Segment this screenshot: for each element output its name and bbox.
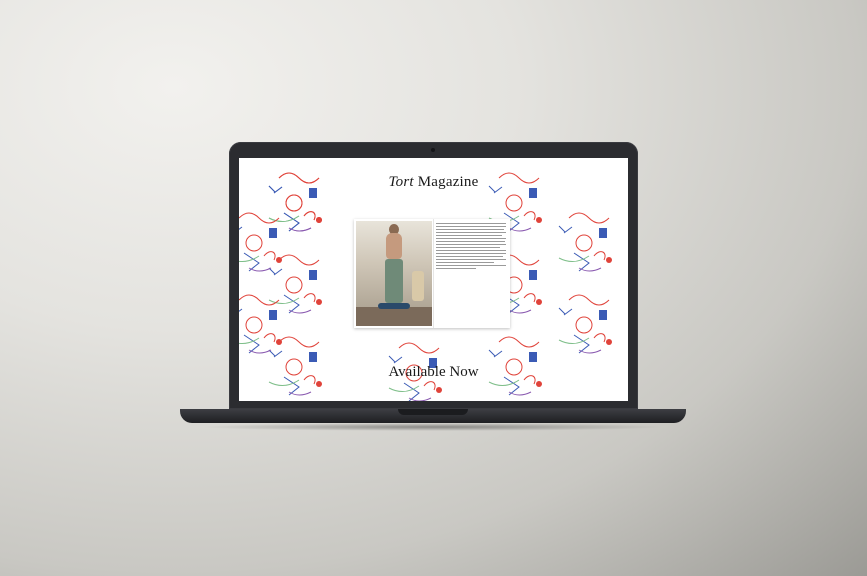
text-line [436, 256, 503, 257]
text-line [436, 250, 506, 251]
camera-icon [431, 148, 435, 152]
text-line [436, 226, 506, 227]
laptop-mockup: Tort Magazine Available Now [0, 0, 867, 576]
site-title-rest: Magazine [413, 174, 479, 190]
photo-figure-legs [385, 259, 403, 303]
laptop-notch [398, 409, 468, 415]
photo-figure-torso [386, 233, 402, 259]
text-line [436, 238, 506, 239]
text-line [436, 241, 505, 242]
available-now-link[interactable]: Available Now [239, 364, 628, 381]
site-title-italic: Tort [388, 174, 414, 190]
laptop-screen: Tort Magazine Available Now [239, 158, 628, 401]
article-text-block [436, 223, 506, 271]
text-line [436, 268, 476, 269]
text-line [436, 223, 506, 224]
text-line [436, 259, 506, 260]
text-line [436, 253, 506, 254]
text-line [436, 235, 502, 236]
site-title: Tort Magazine [239, 174, 628, 191]
text-line [436, 229, 504, 230]
text-line [436, 244, 506, 245]
text-line [436, 265, 506, 266]
photo-floor [356, 307, 432, 326]
text-line [436, 232, 506, 233]
laptop-shadow [200, 423, 666, 431]
photo-hoverboard [378, 303, 410, 309]
magazine-photo [356, 221, 432, 326]
spread-gutter [433, 219, 434, 328]
magazine-spread[interactable] [354, 219, 510, 328]
photo-cloth [412, 271, 424, 301]
text-line [436, 247, 500, 248]
text-line [436, 262, 494, 263]
